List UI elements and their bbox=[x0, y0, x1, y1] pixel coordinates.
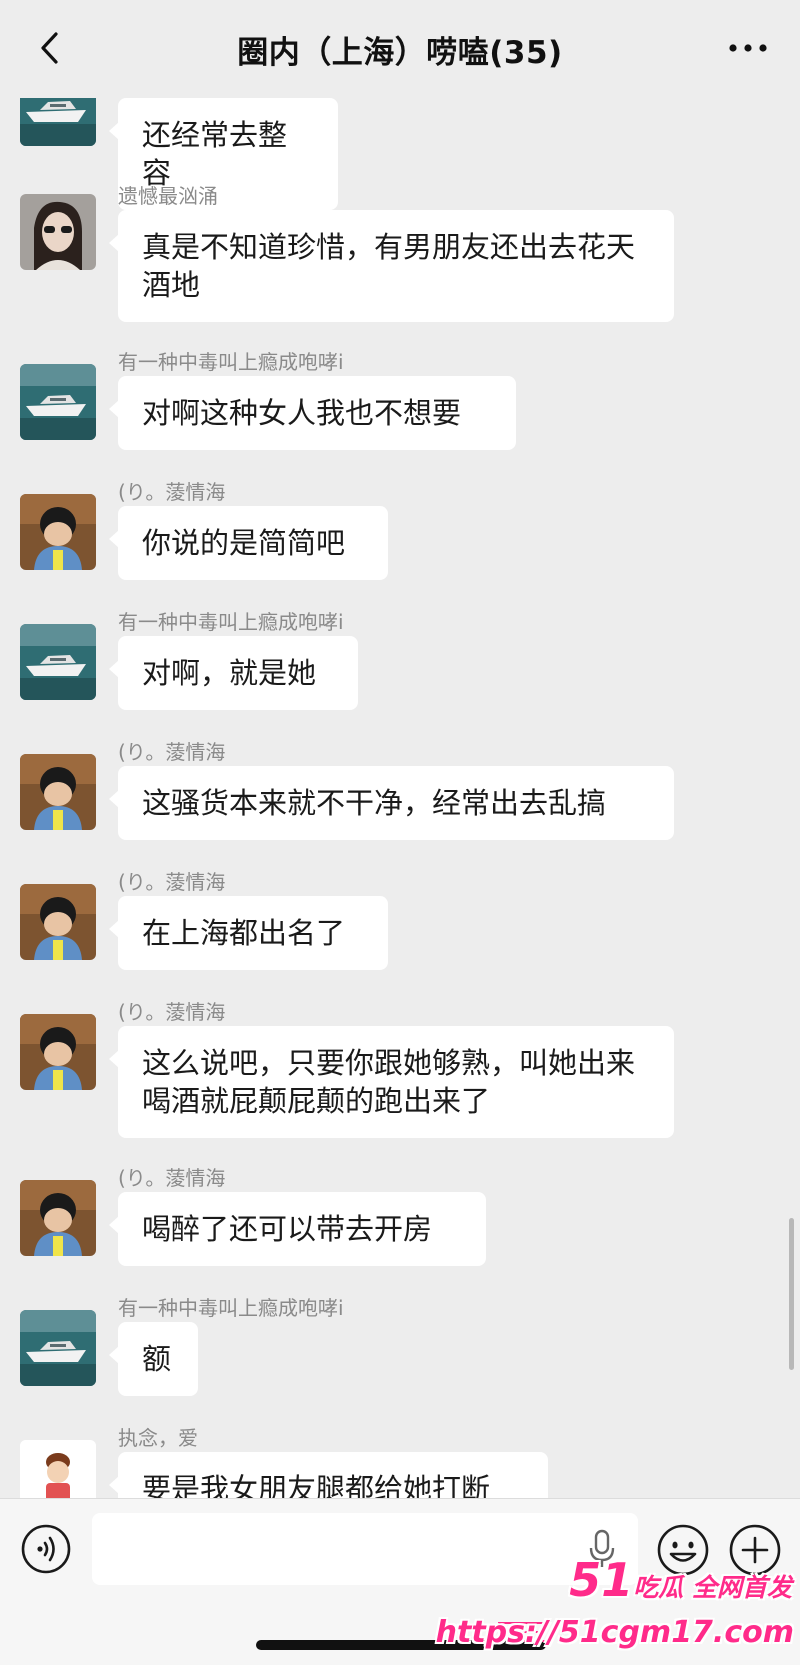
yacht-avatar-image bbox=[20, 364, 96, 440]
voice-icon bbox=[21, 1524, 71, 1574]
yacht-avatar-image bbox=[20, 98, 96, 146]
sender-name: 有一种中毒叫上瘾成咆哮i bbox=[118, 1296, 344, 1320]
avatar-yacht[interactable] bbox=[20, 624, 96, 700]
watermark-brand: 51吃瓜 全网首发 bbox=[569, 1553, 792, 1607]
sender-name: 遗憾最汹涌 bbox=[118, 184, 218, 208]
more-dots-icon bbox=[729, 44, 767, 52]
avatar-child[interactable] bbox=[20, 1014, 96, 1090]
watermark: 51吃瓜 全网首发 https://51cgm17.com bbox=[436, 1553, 798, 1663]
sender-name: (り。蔆情海 bbox=[118, 740, 226, 764]
sender-name: 有一种中毒叫上瘾成咆哮i bbox=[118, 610, 344, 634]
avatar-cartoon[interactable] bbox=[20, 1440, 96, 1498]
message-text: 在上海都出名了 bbox=[142, 916, 346, 950]
message-bubble[interactable]: 在上海都出名了 bbox=[109, 896, 388, 970]
message-text: 你说的是简简吧 bbox=[142, 526, 346, 560]
child-avatar-image bbox=[20, 1180, 96, 1256]
back-button[interactable] bbox=[32, 30, 68, 66]
watermark-number: 51 bbox=[569, 1553, 634, 1607]
sender-name: (り。蔆情海 bbox=[118, 480, 226, 504]
message-text: 这骚货本来就不干净，经常出去乱搞 bbox=[142, 786, 607, 820]
message-bubble[interactable]: 要是我女朋友腿都给她打断 bbox=[109, 1452, 548, 1498]
child-avatar-image bbox=[20, 754, 96, 830]
sender-name: (り。蔆情海 bbox=[118, 1166, 226, 1190]
avatar-child[interactable] bbox=[20, 754, 96, 830]
scrollbar[interactable] bbox=[789, 1218, 794, 1370]
message-text: 对啊，就是她 bbox=[142, 656, 317, 690]
child-avatar-image bbox=[20, 494, 96, 570]
message-text: 对啊这种女人我也不想要 bbox=[142, 396, 462, 430]
woman-avatar-image bbox=[20, 194, 96, 270]
sender-name: (り。蔆情海 bbox=[118, 870, 226, 894]
sender-name: 执念，爱 bbox=[118, 1426, 198, 1450]
chat-title: 圈内（上海）唠嗑(35) bbox=[237, 34, 563, 71]
voice-button[interactable] bbox=[20, 1523, 72, 1575]
message-text: 要是我女朋友腿都给她打断 bbox=[142, 1472, 491, 1498]
avatar-yacht[interactable] bbox=[20, 364, 96, 440]
avatar-yacht[interactable] bbox=[20, 98, 96, 146]
message-bubble[interactable]: 真是不知道珍惜，有男朋友还出去花天酒地 bbox=[109, 210, 674, 322]
avatar-yacht[interactable] bbox=[20, 1310, 96, 1386]
sender-name: (り。蔆情海 bbox=[118, 1000, 226, 1024]
message-text: 额 bbox=[142, 1342, 172, 1376]
sender-name: 有一种中毒叫上瘾成咆哮i bbox=[118, 350, 344, 374]
message-text: 喝醉了还可以带去开房 bbox=[142, 1212, 433, 1246]
avatar-child[interactable] bbox=[20, 1180, 96, 1256]
message-bubble[interactable]: 额 bbox=[109, 1322, 198, 1396]
chevron-left-icon bbox=[41, 32, 58, 64]
avatar-woman[interactable] bbox=[20, 194, 96, 270]
message-bubble[interactable]: 这么说吧，只要你跟她够熟，叫她出来喝酒就屁颠屁颠的跑出来了 bbox=[109, 1026, 674, 1138]
message-bubble[interactable]: 对啊，就是她 bbox=[109, 636, 358, 710]
message-bubble[interactable]: 对啊这种女人我也不想要 bbox=[109, 376, 516, 450]
message-bubble[interactable]: 这骚货本来就不干净，经常出去乱搞 bbox=[109, 766, 674, 840]
watermark-text: 吃瓜 全网首发 bbox=[633, 1573, 792, 1602]
avatar-child[interactable] bbox=[20, 494, 96, 570]
message-text: 真是不知道珍惜，有男朋友还出去花天酒地 bbox=[142, 230, 636, 302]
message-bubble[interactable]: 你说的是简简吧 bbox=[109, 506, 388, 580]
child-avatar-image bbox=[20, 1014, 96, 1090]
chat-header: 圈内（上海）唠嗑(35) bbox=[0, 0, 800, 98]
message-list[interactable]: 还经常去整容 遗憾最汹涌 真是不知道珍惜，有男朋友还出去花天酒地 有一种中毒叫上… bbox=[0, 98, 800, 1498]
yacht-avatar-image bbox=[20, 624, 96, 700]
message-text: 这么说吧，只要你跟她够熟，叫她出来喝酒就屁颠屁颠的跑出来了 bbox=[142, 1046, 636, 1118]
avatar-child[interactable] bbox=[20, 884, 96, 960]
child-avatar-image bbox=[20, 884, 96, 960]
message-bubble[interactable]: 喝醉了还可以带去开房 bbox=[109, 1192, 486, 1266]
more-button[interactable] bbox=[726, 34, 770, 62]
cartoon-avatar-image bbox=[20, 1440, 96, 1498]
yacht-avatar-image bbox=[20, 1310, 96, 1386]
watermark-url[interactable]: https://51cgm17.com bbox=[436, 1615, 794, 1650]
